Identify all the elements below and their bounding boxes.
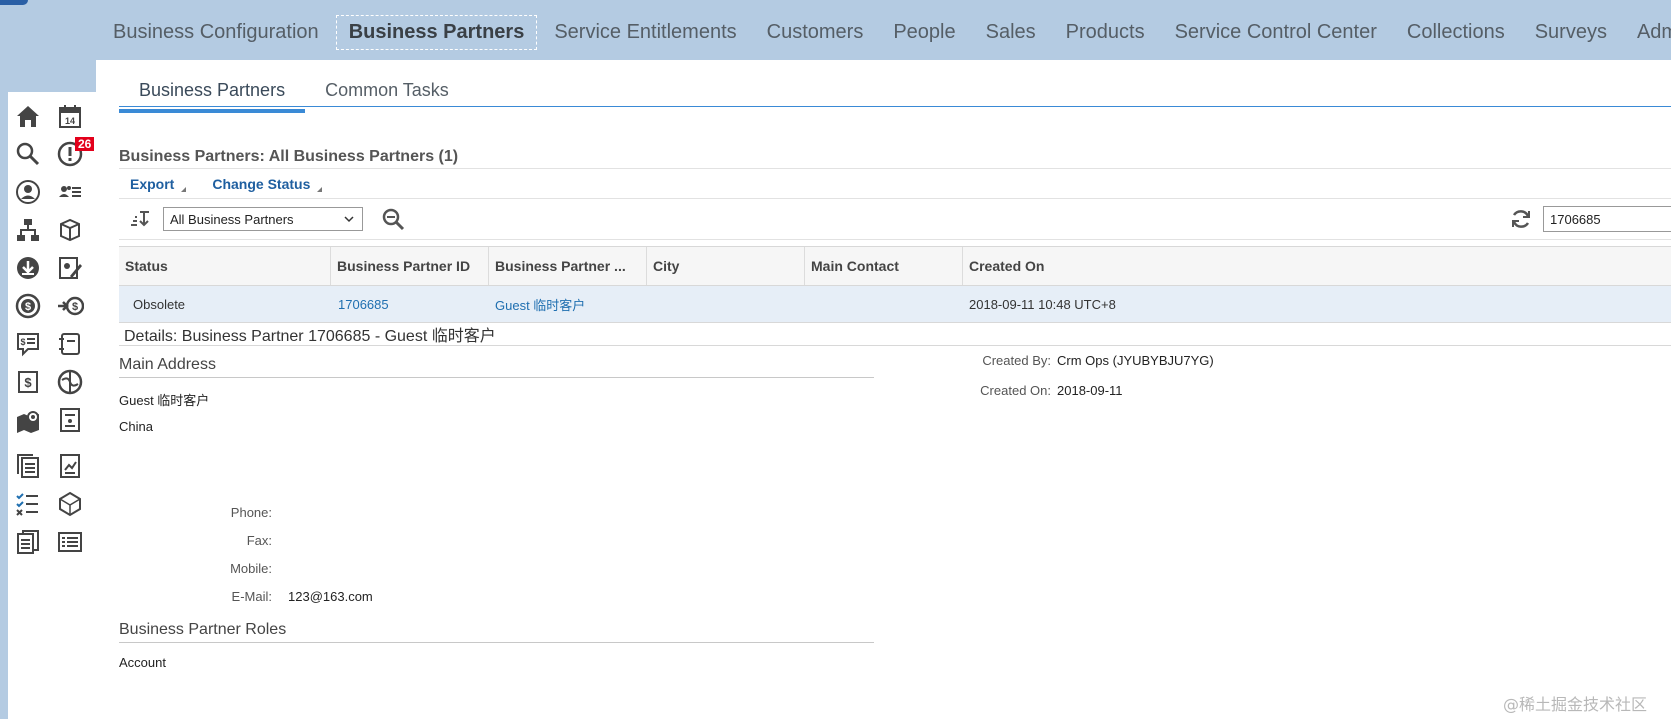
nav-collections[interactable]: Collections bbox=[1394, 15, 1518, 50]
doc-list-icon[interactable] bbox=[56, 406, 84, 434]
download-icon[interactable] bbox=[14, 254, 42, 282]
menu-indicator-icon bbox=[317, 187, 323, 192]
list-card-icon[interactable] bbox=[56, 528, 84, 556]
report-chart-icon[interactable] bbox=[56, 452, 84, 480]
top-nav-menu: Business Configuration Business Partners… bbox=[100, 14, 1671, 50]
globe-refresh-icon[interactable] bbox=[56, 368, 84, 396]
search-icon[interactable] bbox=[14, 140, 42, 168]
nav-service-entitlements[interactable]: Service Entitlements bbox=[541, 15, 749, 50]
org-chart-icon[interactable] bbox=[14, 216, 42, 244]
nav-products[interactable]: Products bbox=[1053, 15, 1158, 50]
mobile-label: Mobile: bbox=[230, 561, 272, 576]
list-toolbar: All Business Partners 1706685 bbox=[119, 198, 1671, 240]
watermark-text: @稀土掘金技术社区 bbox=[1503, 695, 1648, 714]
list-title: Business Partners: All Business Partners… bbox=[119, 148, 459, 165]
roles-heading: Business Partner Roles bbox=[119, 621, 287, 638]
cell-bp-name-link[interactable]: Guest 临时客户 bbox=[489, 286, 647, 322]
change-status-button[interactable]: Change Status bbox=[212, 176, 323, 192]
role-account-link[interactable]: Account bbox=[119, 655, 166, 670]
nav-sales[interactable]: Sales bbox=[973, 15, 1049, 50]
column-header-bp-id[interactable]: Business Partner ID bbox=[331, 247, 489, 285]
nav-customers[interactable]: Customers bbox=[754, 15, 877, 50]
invoice-icon[interactable]: $ bbox=[14, 368, 42, 396]
cell-city bbox=[647, 286, 805, 322]
change-status-label: Change Status bbox=[212, 176, 311, 192]
edit-report-icon[interactable] bbox=[56, 254, 84, 282]
product-box-icon[interactable] bbox=[56, 216, 84, 244]
menu-indicator-icon bbox=[181, 187, 187, 192]
created-on-label: Created On: bbox=[980, 383, 1051, 398]
pages-icon[interactable] bbox=[14, 528, 42, 556]
chevron-down-icon bbox=[344, 211, 354, 230]
zoom-out-icon[interactable] bbox=[381, 207, 405, 231]
export-button[interactable]: Export bbox=[130, 176, 187, 192]
column-header-bp-name[interactable]: Business Partner ... bbox=[489, 247, 647, 285]
view-select-dropdown[interactable]: All Business Partners bbox=[163, 207, 363, 231]
divider bbox=[119, 642, 874, 643]
column-header-main-contact[interactable]: Main Contact bbox=[805, 247, 963, 285]
created-on-value: 2018-09-11 bbox=[1057, 383, 1123, 398]
nav-business-configuration[interactable]: Business Configuration bbox=[100, 15, 332, 50]
user-icon[interactable] bbox=[14, 178, 42, 206]
refresh-icon[interactable] bbox=[1509, 207, 1533, 231]
sort-icon[interactable] bbox=[129, 209, 151, 229]
column-header-city[interactable]: City bbox=[647, 247, 805, 285]
list-actions: Export Change Status bbox=[130, 176, 323, 192]
ledger-icon[interactable] bbox=[56, 330, 84, 358]
dollar-icon[interactable]: $ bbox=[14, 292, 42, 320]
export-label: Export bbox=[130, 176, 175, 192]
payment-transfer-icon[interactable]: $ bbox=[56, 292, 85, 320]
email-label: E-Mail: bbox=[231, 589, 272, 604]
divider bbox=[119, 168, 1671, 169]
subtab-bar: Business Partners Common Tasks bbox=[119, 74, 469, 113]
view-select-value: All Business Partners bbox=[170, 211, 294, 227]
subtab-underline bbox=[119, 106, 1671, 107]
cube-icon[interactable] bbox=[56, 490, 84, 518]
home-icon[interactable] bbox=[14, 102, 42, 130]
app-logo-strip bbox=[0, 0, 28, 5]
details-title: Details: Business Partner 1706685 - Gues… bbox=[124, 328, 496, 345]
main-content: Business Partners Common Tasks Business … bbox=[96, 60, 1671, 719]
calendar-icon[interactable]: 14 bbox=[56, 102, 84, 130]
divider bbox=[119, 377, 874, 378]
cell-bp-id-link[interactable]: 1706685 bbox=[331, 286, 489, 322]
svg-text:$: $ bbox=[72, 301, 78, 313]
column-header-status[interactable]: Status bbox=[119, 247, 331, 285]
search-input[interactable]: 1706685 bbox=[1543, 206, 1671, 232]
email-link[interactable]: 123@163.com bbox=[288, 589, 373, 604]
divider bbox=[119, 345, 1671, 346]
column-header-created-on[interactable]: Created On bbox=[963, 247, 1671, 285]
map-location-icon[interactable] bbox=[14, 408, 42, 436]
tab-common-tasks[interactable]: Common Tasks bbox=[305, 74, 469, 113]
address-name-link[interactable]: Guest 临时客户 bbox=[119, 390, 209, 409]
table-header: Status Business Partner ID Business Part… bbox=[119, 246, 1671, 286]
business-partners-table: Status Business Partner ID Business Part… bbox=[119, 246, 1671, 323]
svg-text:$: $ bbox=[20, 337, 25, 347]
documents-icon[interactable] bbox=[14, 452, 42, 480]
quote-icon[interactable]: $ bbox=[14, 330, 42, 358]
contacts-icon[interactable] bbox=[56, 178, 84, 206]
cell-main-contact bbox=[805, 286, 963, 322]
table-row[interactable]: Obsolete 1706685 Guest 临时客户 2018-09-11 1… bbox=[119, 286, 1671, 323]
nav-service-control-center[interactable]: Service Control Center bbox=[1162, 15, 1390, 50]
phone-label: Phone: bbox=[230, 505, 272, 520]
svg-text:$: $ bbox=[25, 301, 31, 313]
address-country: China bbox=[119, 419, 153, 434]
created-by-label: Created By: bbox=[982, 353, 1051, 368]
cell-status: Obsolete bbox=[133, 296, 186, 312]
checklist-icon[interactable] bbox=[14, 490, 42, 518]
nav-surveys[interactable]: Surveys bbox=[1522, 15, 1620, 50]
nav-administration[interactable]: Adm bbox=[1624, 15, 1671, 50]
nav-people[interactable]: People bbox=[880, 15, 968, 50]
calendar-day-number: 14 bbox=[65, 116, 75, 126]
svg-text:$: $ bbox=[24, 375, 32, 390]
cell-created-on: 2018-09-11 10:48 UTC+8 bbox=[969, 296, 1116, 312]
tab-business-partners[interactable]: Business Partners bbox=[119, 74, 306, 113]
main-address-heading: Main Address bbox=[119, 356, 216, 373]
top-navigation-bar: Business Configuration Business Partners… bbox=[0, 0, 1671, 60]
nav-business-partners[interactable]: Business Partners bbox=[335, 14, 538, 50]
fax-label: Fax: bbox=[246, 533, 272, 548]
alerts-count-badge: 26 bbox=[75, 137, 95, 151]
created-by-link[interactable]: Crm Ops (JYUBYBJU7YG) bbox=[1057, 353, 1214, 368]
